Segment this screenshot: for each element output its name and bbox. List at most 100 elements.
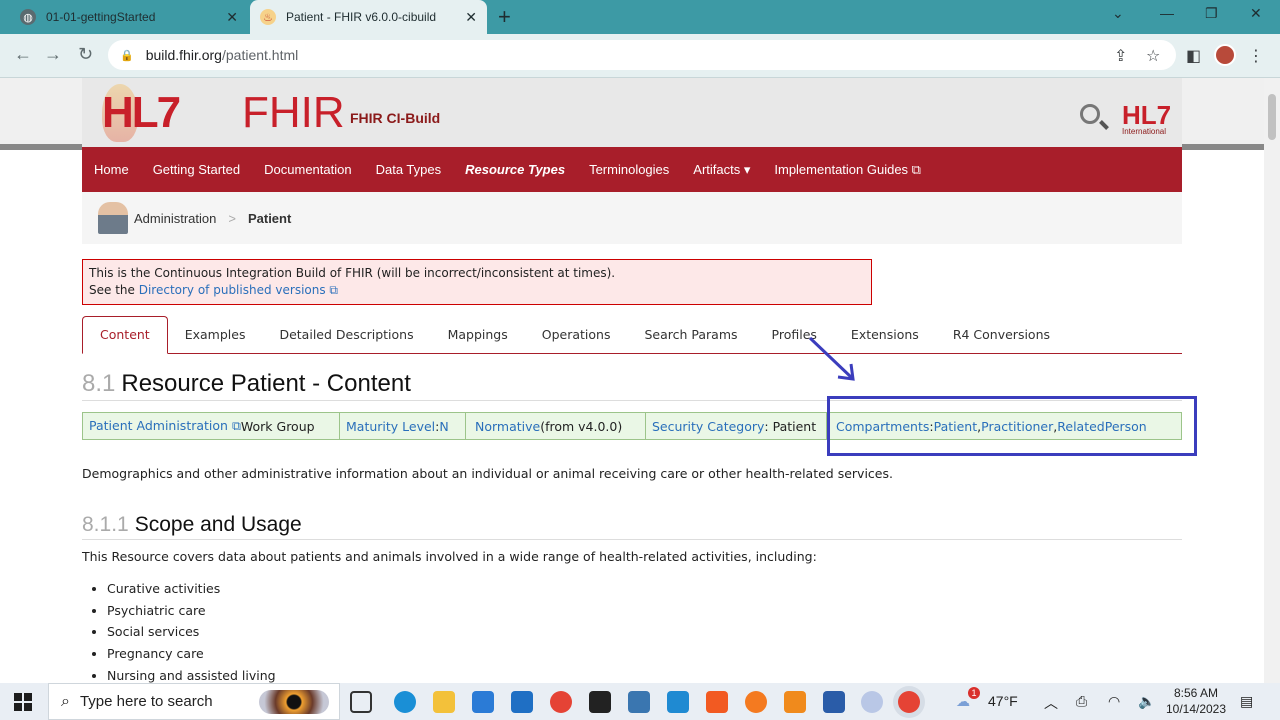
notice-line2-prefix: See the xyxy=(89,283,139,297)
tab-r4-conversions[interactable]: R4 Conversions xyxy=(936,327,1067,353)
breadcrumb-administration[interactable]: Administration xyxy=(134,211,216,226)
maturity-level-link[interactable]: Maturity Level xyxy=(346,419,435,434)
forward-button[interactable]: → xyxy=(44,44,62,65)
section-title: Scope and Usage xyxy=(134,513,302,536)
resource-description: Demographics and other administrative in… xyxy=(82,466,893,481)
weather-temp[interactable]: 47°F xyxy=(988,693,1018,709)
tab-content[interactable]: Content xyxy=(82,316,168,354)
nav-artifacts[interactable]: Artifacts ▾ xyxy=(693,162,750,178)
nav-resource-types[interactable]: Resource Types xyxy=(465,162,565,177)
normative-link[interactable]: Normative xyxy=(475,419,540,434)
restore-button[interactable]: ❐ xyxy=(1205,5,1218,22)
task-view-icon[interactable] xyxy=(350,691,372,713)
nav-getting-started[interactable]: Getting Started xyxy=(153,162,240,177)
firefox-icon[interactable] xyxy=(745,691,767,713)
tab-search-params[interactable]: Search Params xyxy=(627,327,754,353)
weather-badge: 1 xyxy=(968,687,980,699)
nav-terminologies[interactable]: Terminologies xyxy=(589,162,669,177)
tab-examples[interactable]: Examples xyxy=(168,327,263,353)
security-text: : Patient xyxy=(764,418,817,434)
taskbar-search-input[interactable]: ⌕ Type here to search xyxy=(48,683,340,720)
browser-tab-strip: ◍ 01-01-gettingStarted ✕ ♨ Patient - FHI… xyxy=(0,0,1280,34)
published-versions-link[interactable]: Directory of published versions ⧉ xyxy=(139,283,338,297)
edge-icon[interactable] xyxy=(394,691,416,713)
maturity-value-link[interactable]: N xyxy=(439,419,448,434)
reload-button[interactable]: ↻ xyxy=(78,44,93,65)
hl7-international-label: International xyxy=(1122,127,1167,136)
annotation-highlight-box xyxy=(827,396,1197,456)
brave-icon[interactable] xyxy=(706,691,728,713)
share-icon[interactable]: ⇪ xyxy=(1114,46,1127,66)
file-explorer-icon[interactable] xyxy=(433,691,455,713)
ci-build-label: FHIR CI-Build xyxy=(350,110,441,126)
sublime-icon[interactable] xyxy=(784,691,806,713)
windows-start-icon[interactable] xyxy=(14,693,32,711)
scrollbar-thumb[interactable] xyxy=(1268,94,1276,140)
scope-list: Curative activities Psychiatric care Soc… xyxy=(107,578,276,683)
nav-implementation-guides[interactable]: Implementation Guides ⧉ xyxy=(774,162,921,178)
web-page: HL7 FHIR FHIR CI-Build HL7 International… xyxy=(0,78,1264,683)
work-group-cell: Patient Administration ⧉ Work Group xyxy=(83,413,340,439)
terminal-icon[interactable] xyxy=(589,691,611,713)
powershell-icon[interactable] xyxy=(823,691,845,713)
taskbar-clock[interactable]: 8:56 AM 10/14/2023 xyxy=(1162,685,1230,717)
wifi-icon[interactable]: ◠ xyxy=(1108,693,1120,710)
star-icon[interactable]: ☆ xyxy=(1146,46,1160,66)
scope-paragraph: This Resource covers data about patients… xyxy=(82,549,817,564)
logo-fhir[interactable]: FHIR xyxy=(242,88,345,138)
sidepanel-icon[interactable]: ◧ xyxy=(1186,46,1201,66)
search-icon: ⌕ xyxy=(61,692,70,710)
volume-icon[interactable]: 🔈 xyxy=(1138,693,1155,710)
section-title: Resource Patient - Content xyxy=(121,370,411,397)
chrome-icon[interactable] xyxy=(550,691,572,713)
device-icon[interactable]: ⎙ xyxy=(1076,693,1087,710)
chrome-active-icon[interactable] xyxy=(898,691,920,713)
list-item: Psychiatric care xyxy=(107,600,276,622)
security-category-link[interactable]: Security Category xyxy=(652,419,764,434)
d-app-icon[interactable] xyxy=(861,691,883,713)
menu-icon[interactable]: ⋮ xyxy=(1248,46,1264,66)
tab-title: Patient - FHIR v6.0.0-cibuild xyxy=(286,10,437,24)
breadcrumb: Administration > Patient xyxy=(82,192,1182,244)
profile-avatar[interactable] xyxy=(1214,44,1236,66)
page-scrollbar[interactable] xyxy=(1264,78,1280,683)
close-icon[interactable]: ✕ xyxy=(226,9,238,26)
globe-icon: ◍ xyxy=(20,9,36,25)
normative-text: (from v4.0.0) xyxy=(540,418,623,434)
tab-operations[interactable]: Operations xyxy=(525,327,628,353)
browser-tab-patient[interactable]: ♨ Patient - FHIR v6.0.0-cibuild ✕ xyxy=(250,0,487,34)
vscode-icon[interactable] xyxy=(667,691,689,713)
section-number: 8.1 xyxy=(82,370,116,397)
browser-toolbar: ← → ↻ 🔒 build.fhir.org/patient.html ⇪ ☆ … xyxy=(0,34,1280,78)
chevron-up-icon[interactable]: ︿ xyxy=(1044,693,1058,713)
logo-hl7[interactable]: HL7 xyxy=(102,88,181,138)
chevron-down-icon[interactable]: ⌄ xyxy=(1112,5,1124,22)
nav-home[interactable]: Home xyxy=(94,162,129,177)
list-item: Social services xyxy=(107,621,276,643)
tab-detailed-descriptions[interactable]: Detailed Descriptions xyxy=(262,327,430,353)
search-icon[interactable] xyxy=(1080,104,1100,124)
close-icon[interactable]: ✕ xyxy=(465,9,477,26)
tab-title: 01-01-gettingStarted xyxy=(46,10,156,24)
work-group-link[interactable]: Patient Administration ⧉ xyxy=(89,418,241,434)
url-path: /patient.html xyxy=(221,47,299,63)
browser-tab-getting-started[interactable]: ◍ 01-01-gettingStarted ✕ xyxy=(8,0,248,34)
nav-data-types[interactable]: Data Types xyxy=(376,162,442,177)
main-nav: Home Getting Started Documentation Data … xyxy=(82,147,1182,192)
normative-cell: Normative (from v4.0.0) xyxy=(466,413,646,439)
back-button[interactable]: ← xyxy=(14,44,32,65)
maturity-cell: Maturity Level: N xyxy=(340,413,466,439)
site-header: HL7 FHIR FHIR CI-Build HL7 International xyxy=(82,78,1182,150)
security-cell: Security Category: Patient xyxy=(646,413,827,439)
new-tab-button[interactable]: + xyxy=(498,4,511,30)
address-bar[interactable]: 🔒 build.fhir.org/patient.html xyxy=(108,40,1176,70)
mail-icon[interactable] xyxy=(511,691,533,713)
nav-documentation[interactable]: Documentation xyxy=(264,162,351,177)
tab-mappings[interactable]: Mappings xyxy=(431,327,525,353)
python-icon[interactable] xyxy=(628,691,650,713)
close-window-button[interactable]: ✕ xyxy=(1250,5,1262,22)
notifications-icon[interactable]: ▤ xyxy=(1240,693,1253,710)
search-placeholder: Type here to search xyxy=(79,693,213,710)
minimize-button[interactable]: — xyxy=(1160,5,1174,21)
store-icon[interactable] xyxy=(472,691,494,713)
